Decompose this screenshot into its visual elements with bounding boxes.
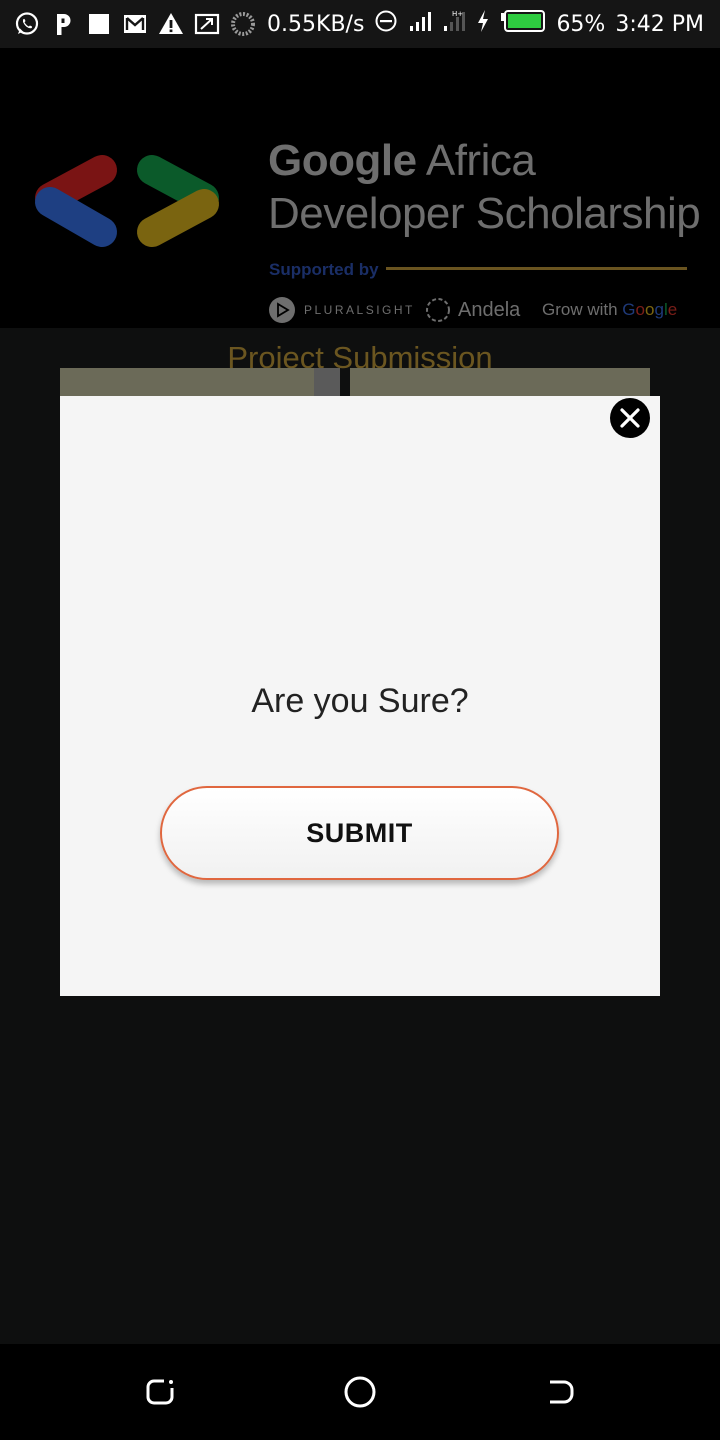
google-wordmark: Google [622, 300, 678, 319]
battery-percent: 65% [556, 11, 606, 37]
andela-logo: Andela [424, 296, 520, 324]
close-dialog-button[interactable] [610, 398, 650, 438]
clock: 3:42 PM [615, 11, 704, 37]
signal-icon [408, 9, 432, 39]
andela-badge-icon [426, 298, 450, 322]
network-speed: 0.55KB/s [267, 11, 365, 37]
parking-icon [50, 11, 76, 37]
gmail-icon [122, 11, 148, 37]
pluralsight-logo: PLURALSIGHT [268, 296, 415, 324]
svg-text:H+: H+ [452, 10, 463, 18]
battery-icon [500, 9, 546, 39]
loading-icon [230, 11, 256, 37]
signal-weak-icon: H+ [442, 9, 466, 39]
confirm-dialog: Are you Sure? SUBMIT [60, 396, 660, 996]
confirm-question: Are you Sure? [251, 682, 469, 720]
back-button[interactable] [542, 1374, 578, 1410]
recent-apps-button[interactable] [142, 1374, 178, 1410]
header-banner: Google Africa Developer Scholarship Supp… [0, 48, 720, 375]
recent-apps-icon [146, 1379, 174, 1405]
back-icon [550, 1380, 574, 1404]
supported-by-divider [386, 267, 687, 270]
whatsapp-icon [14, 11, 40, 37]
home-icon [344, 1376, 376, 1408]
close-icon [620, 408, 640, 428]
status-bar: 0.55KB/s H+ 65% 3:42 PM [0, 0, 720, 48]
home-button[interactable] [342, 1374, 378, 1410]
system-nav-bar [0, 1344, 720, 1440]
charging-icon [476, 9, 490, 39]
screen-cast-icon [194, 11, 220, 37]
pluralsight-label: PLURALSIGHT [304, 303, 415, 317]
andela-label: Andela [458, 298, 521, 321]
supported-by-label: Supported by [269, 260, 379, 279]
square-icon [86, 11, 112, 37]
gads-logo-icon [35, 155, 219, 247]
brand-title-line2: Developer Scholarship [268, 189, 701, 238]
sponsor-logos: PLURALSIGHT Andela Grow with Google [268, 296, 688, 330]
dnd-icon [374, 9, 398, 39]
warning-icon [158, 11, 184, 37]
submit-button[interactable]: SUBMIT [160, 786, 559, 880]
pluralsight-play-icon [269, 297, 295, 323]
screen: 0.55KB/s H+ 65% 3:42 PM Google Africa De… [0, 0, 720, 1440]
grow-with-label: Grow with [542, 300, 623, 319]
grow-with-google-logo: Grow with Google [542, 300, 677, 320]
brand-title-line1: Google Africa [268, 136, 536, 185]
